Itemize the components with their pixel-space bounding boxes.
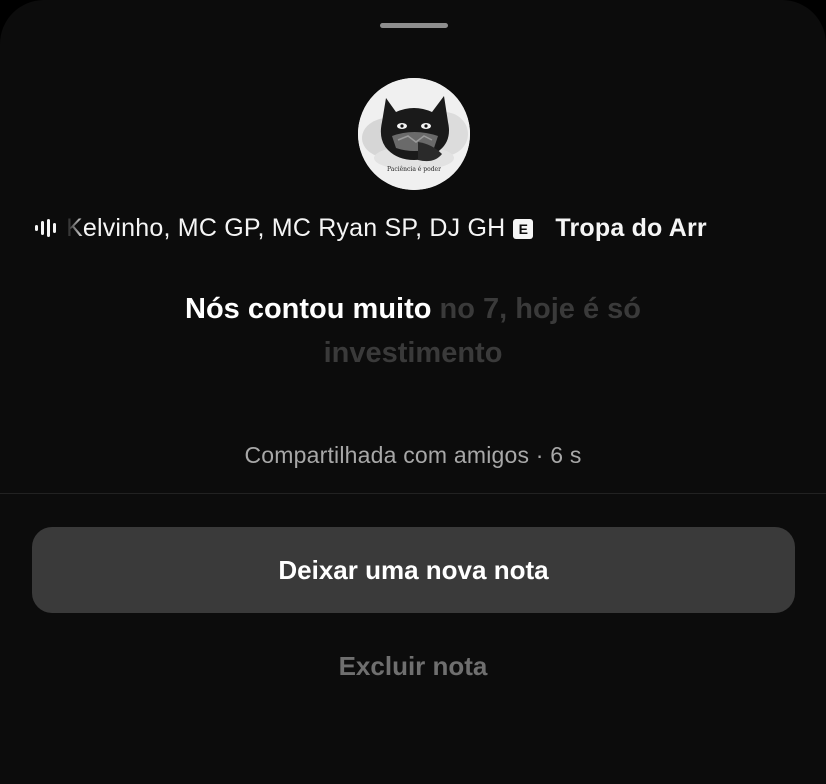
explicit-badge: E xyxy=(513,218,534,239)
music-attachment-row[interactable]: Kelvinho, MC GP, MC Ryan SP, DJ GH E Tro… xyxy=(0,206,826,250)
note-bottom-sheet: Paciência é poder Kelvinho, MC GP, MC Ry… xyxy=(0,0,826,784)
lyric-current-line: Nós contou muito xyxy=(185,293,432,325)
sheet-grab-handle[interactable] xyxy=(380,23,448,28)
music-marquee: Kelvinho, MC GP, MC Ryan SP, DJ GH E Tro… xyxy=(66,206,792,250)
divider xyxy=(0,493,826,494)
song-artists: Kelvinho, MC GP, MC Ryan SP, DJ GH xyxy=(66,214,506,242)
lyrics-block: Nós contou muito no 7, hoje é só investi… xyxy=(140,287,686,375)
avatar-caption: Paciência é poder xyxy=(387,166,441,173)
note-shared-status: Compartilhada com amigos · 6 s xyxy=(244,442,582,468)
avatar[interactable]: Paciência é poder xyxy=(358,78,470,190)
audio-waveform-icon xyxy=(35,219,56,237)
song-title: Tropa do Arr xyxy=(555,214,707,242)
profile-picture-illustration xyxy=(358,78,470,190)
leave-new-note-button[interactable]: Deixar uma nova nota xyxy=(32,527,795,613)
delete-note-button[interactable]: Excluir nota xyxy=(263,640,563,692)
